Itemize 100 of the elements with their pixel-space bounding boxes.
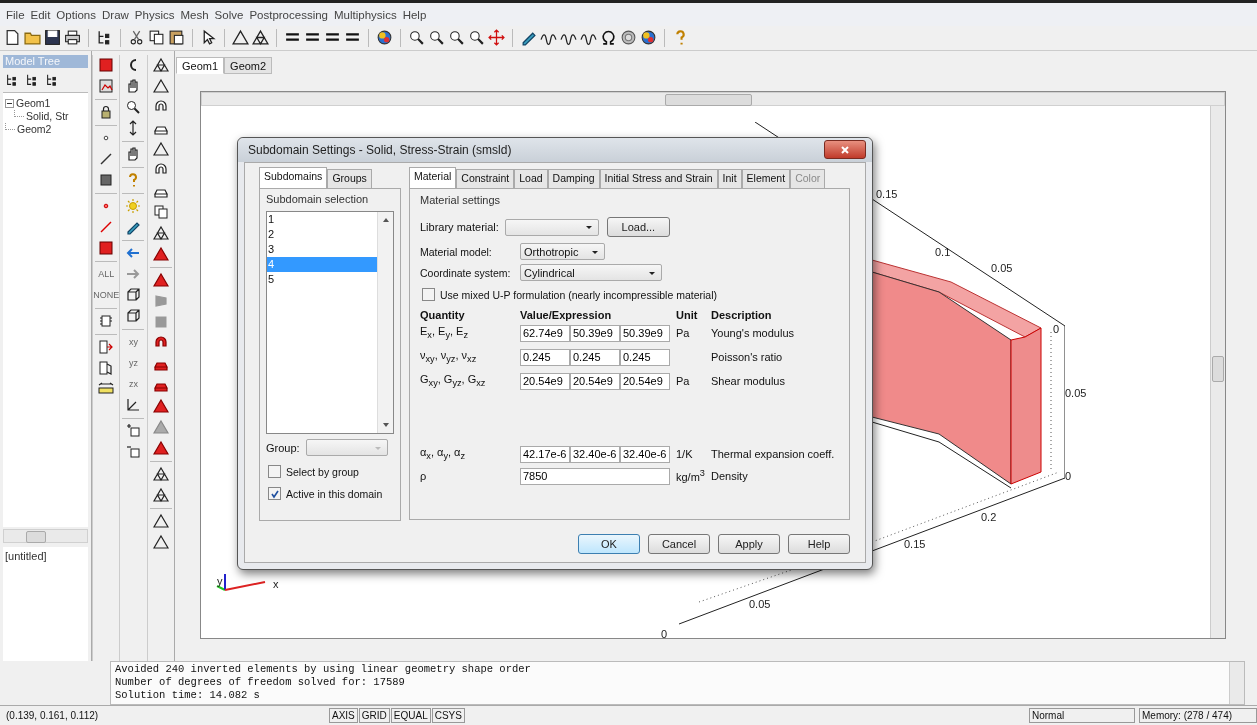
scissors-icon[interactable] [128,29,145,47]
triangles-icon[interactable] [152,466,169,483]
triangle-icon[interactable] [152,513,169,530]
status-toggle[interactable]: EQUAL [390,708,431,723]
menu-item[interactable]: Draw [99,9,132,22]
clipboard-icon[interactable] [168,29,185,47]
chip-icon[interactable] [98,313,115,330]
toolbar-button[interactable]: xy [129,331,138,353]
close-button[interactable] [824,140,866,159]
tab[interactable]: Subdomains [259,167,328,188]
tab[interactable]: Constraint [456,169,515,188]
filled-triangle-icon[interactable] [152,398,169,415]
tab[interactable]: Element [741,169,791,188]
list-item[interactable]: 1 [267,212,377,227]
menu-item[interactable]: Multiphysics [331,9,400,22]
dialog-button[interactable]: Help [788,534,850,554]
magnifier-icon[interactable] [468,29,485,47]
status-toggle[interactable]: CSYS [431,708,465,723]
value-field[interactable]: 20.54e9 [620,372,670,390]
filled-square-icon[interactable] [98,57,115,74]
value-field[interactable]: 7850 [520,467,670,485]
tree-item[interactable]: Geom1 [16,97,51,110]
value-field[interactable]: 50.39e9 [570,324,620,342]
toolbar-button[interactable]: zx [129,373,138,395]
filled-triangle-icon[interactable] [152,246,169,263]
triangle-icon[interactable] [152,534,169,551]
filled-triangle-icon[interactable] [152,272,169,289]
triangle-icon[interactable] [152,141,169,158]
tab[interactable]: Groups [327,169,372,188]
status-toggle[interactable]: GRID [358,708,390,723]
expander-icon[interactable] [5,98,14,108]
menu-item[interactable]: File [3,9,28,22]
value-field[interactable]: 62.74e9 [520,324,570,342]
tree-icon[interactable] [45,72,59,87]
dialog-button[interactable]: Cancel [648,534,710,554]
color-sphere-icon[interactable] [376,29,393,47]
list-item[interactable]: 5 [267,272,377,287]
menu-item[interactable]: Options [53,9,99,22]
menu-item[interactable]: Solve [211,9,247,22]
menu-item[interactable]: Physics [131,9,178,22]
sphere-icon[interactable] [620,29,637,47]
value-field[interactable]: 50.39e9 [620,324,670,342]
list-box[interactable]: 1 2 3 4 5 [266,211,394,434]
triangles-icon[interactable] [252,29,269,47]
list-item[interactable]: 2 [267,227,377,242]
filled-square-icon[interactable] [98,240,115,257]
picture-icon[interactable] [98,78,115,95]
toolbar-button[interactable]: ALL [98,263,115,285]
cube-icon[interactable] [125,287,142,304]
filled-triangle-icon[interactable] [152,440,169,457]
tab[interactable]: Geom2 [224,56,273,74]
tree-icon[interactable] [5,72,19,87]
value-field[interactable]: 42.17e-6 [520,445,570,463]
tab[interactable]: Geom1 [176,56,225,74]
scroll-down-icon[interactable] [381,421,390,429]
triangles-icon[interactable] [152,225,169,242]
dialog-button[interactable]: OK [578,534,640,554]
tree-icon[interactable] [25,72,39,87]
value-field[interactable]: 32.40e-6 [570,445,620,463]
value-field[interactable]: 32.40e-6 [620,445,670,463]
axes-icon[interactable] [125,397,142,414]
triangle-icon[interactable] [232,29,249,47]
value-field[interactable]: 0.245 [620,348,670,366]
checkbox[interactable] [268,487,281,500]
tree-item[interactable]: Solid, Str [26,110,69,123]
value-field[interactable]: 20.54e9 [520,372,570,390]
plus-square-icon[interactable] [125,423,142,440]
tree-item[interactable]: Geom2 [17,123,52,136]
printer-icon[interactable] [64,29,81,47]
door-icon[interactable] [98,360,115,377]
magnifier-icon[interactable] [448,29,465,47]
model-dropdown[interactable]: Orthotropic [520,243,605,260]
toolbar-button[interactable]: NONE [93,284,120,306]
minus-square-icon[interactable] [125,444,142,461]
triangles-icon[interactable] [152,487,169,504]
magnifier-icon[interactable] [408,29,425,47]
list-item[interactable]: 3 [267,242,377,257]
move-arrows-icon[interactable] [488,29,505,47]
value-field[interactable]: 20.54e9 [570,372,620,390]
omega-icon[interactable] [600,29,617,47]
menu-item[interactable]: Postprocessing [246,9,331,22]
dialog-button[interactable]: Apply [718,534,780,554]
triangles-icon[interactable] [152,57,169,74]
checkbox[interactable] [422,288,435,301]
square-icon[interactable] [98,172,115,189]
tab[interactable]: Damping [547,169,600,188]
tab[interactable]: Load [514,169,548,188]
copy-icon[interactable] [152,204,169,221]
toolbar-button[interactable]: yz [129,352,138,374]
menu-item[interactable]: Edit [27,9,54,22]
cube-icon[interactable] [125,308,142,325]
magnifier-icon[interactable] [125,99,142,116]
door-arrow-icon[interactable] [98,339,115,356]
tab[interactable]: Init [717,169,742,188]
magnifier-icon[interactable] [428,29,445,47]
status-toggle[interactable]: AXIS [329,708,358,723]
coordinate-dropdown[interactable]: Cylindrical [520,264,662,281]
scroll-up-icon[interactable] [381,216,390,224]
triangle-icon[interactable] [152,78,169,95]
value-field[interactable]: 0.245 [520,348,570,366]
